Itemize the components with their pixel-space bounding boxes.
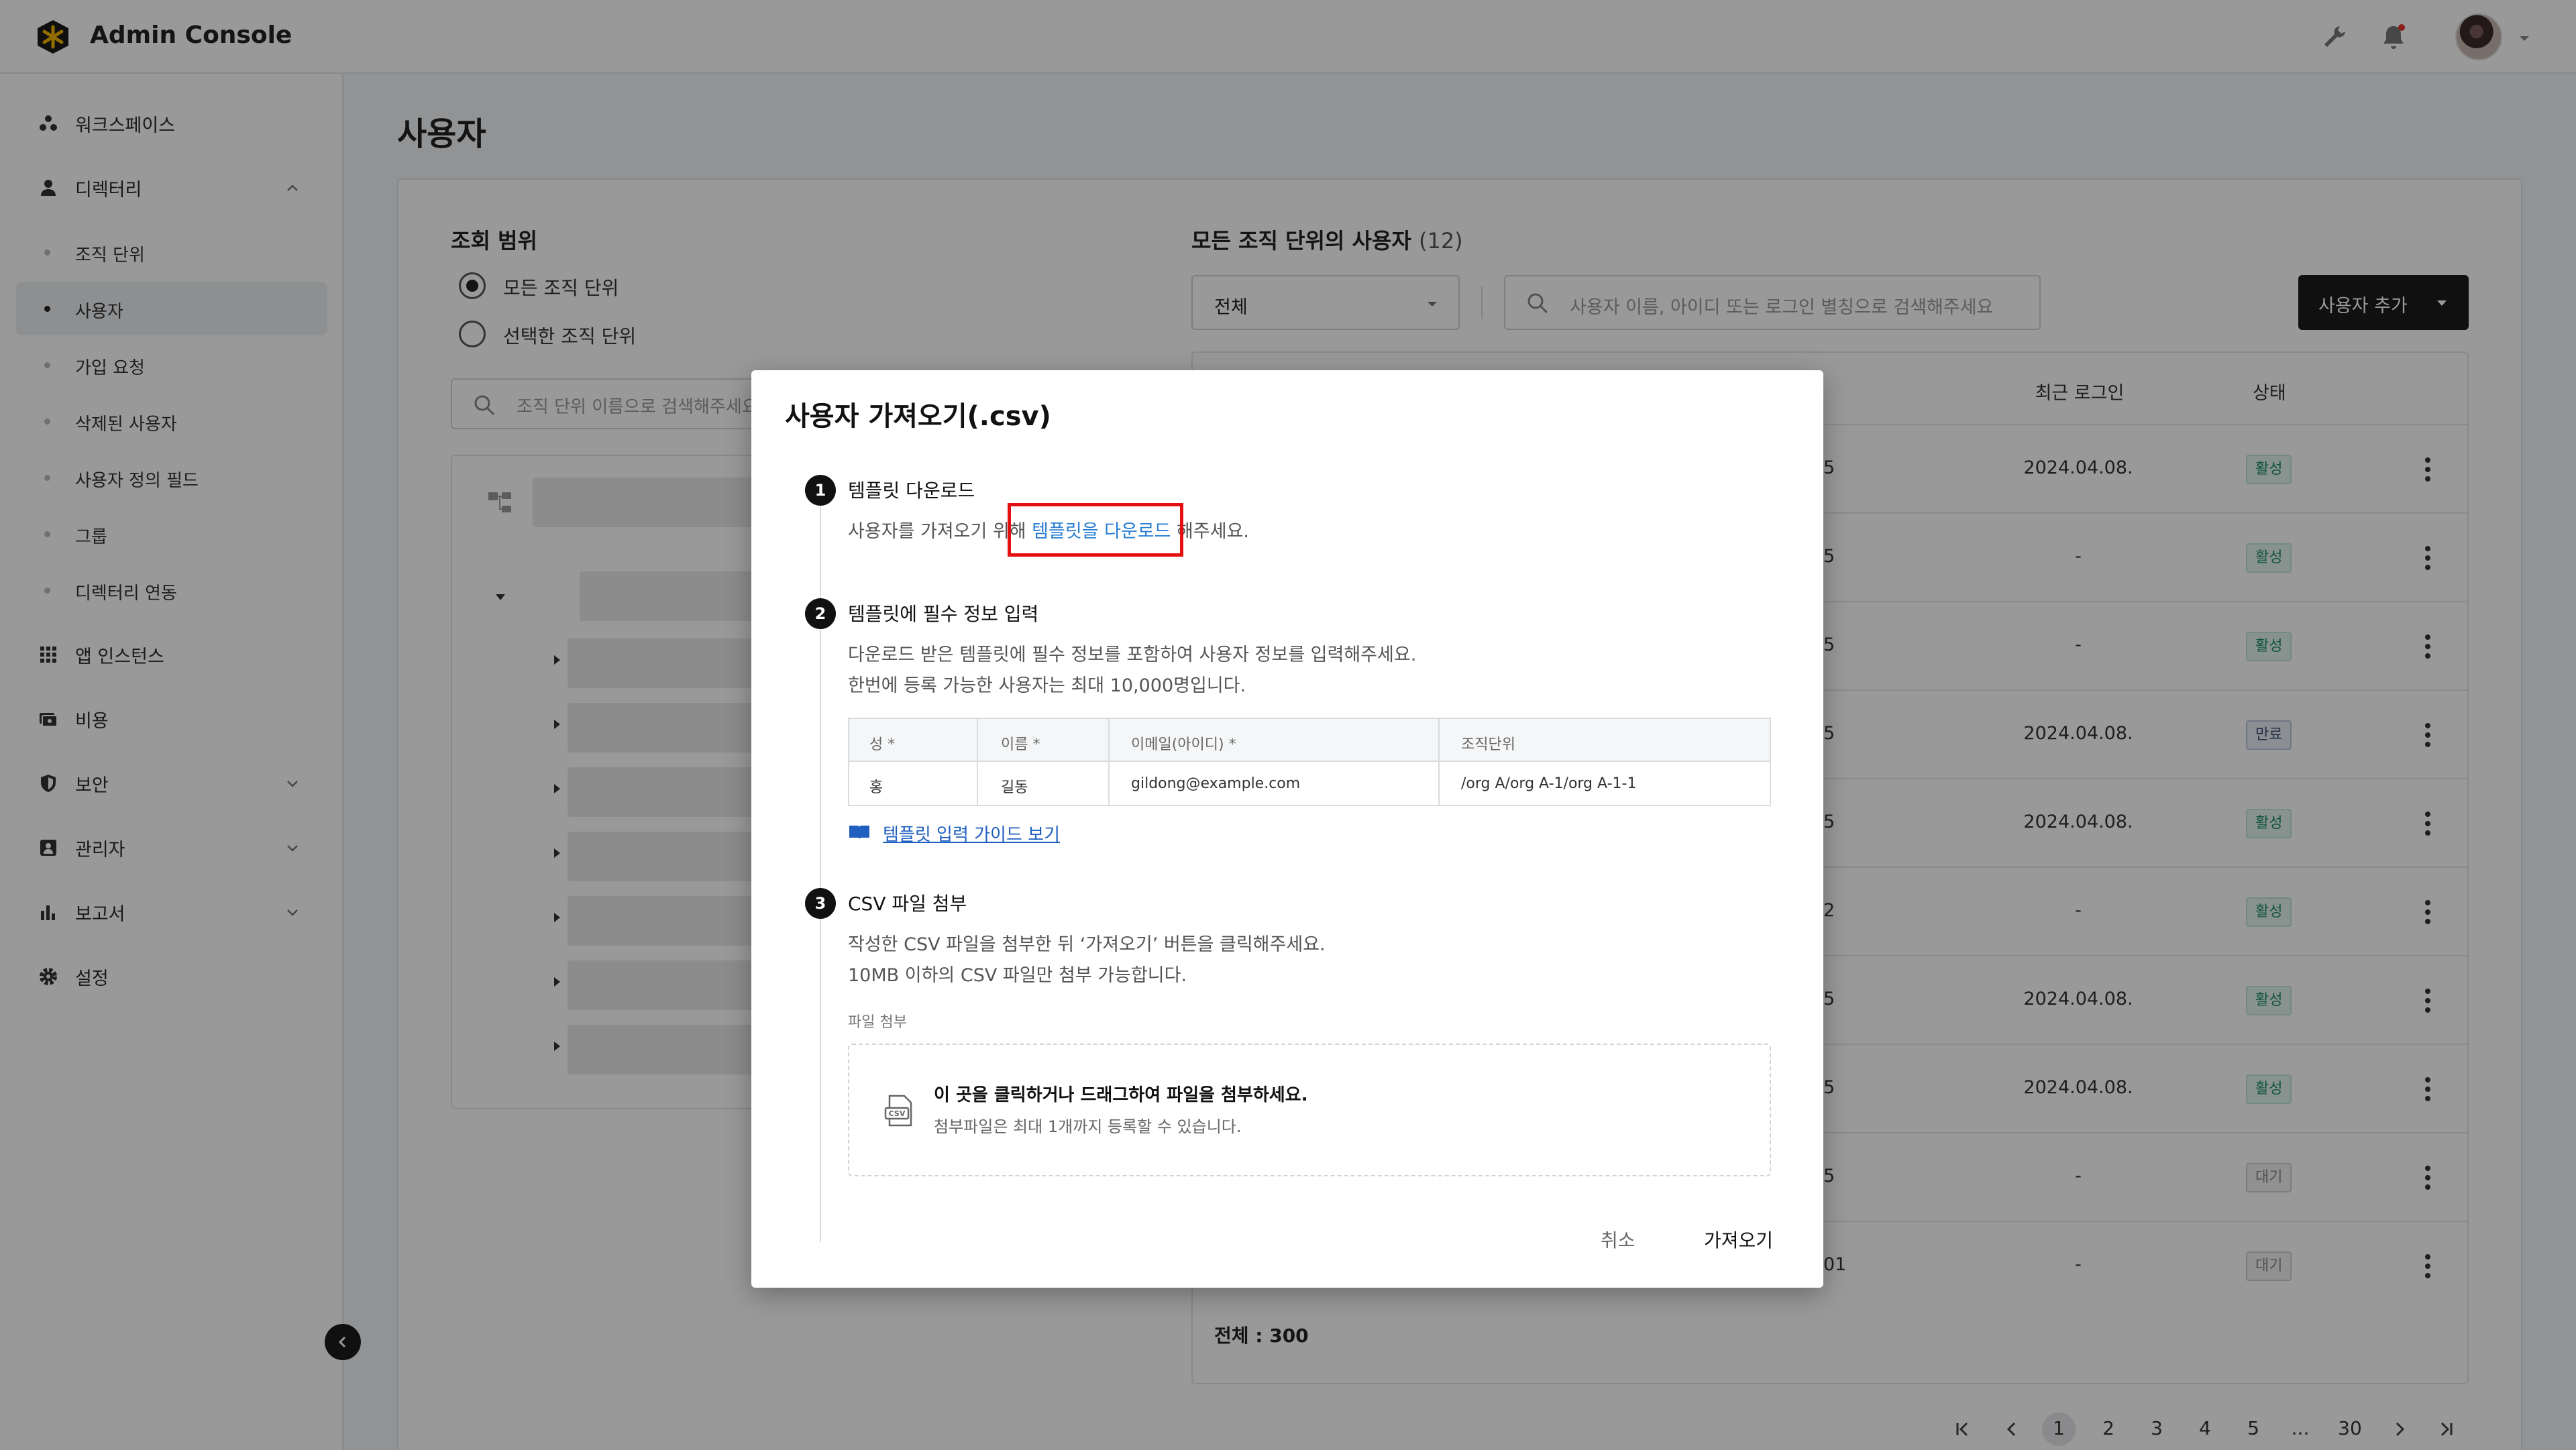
dropzone-main-text: 이 곳을 클릭하거나 드래그하여 파일을 첨부하세요.: [934, 1085, 1308, 1105]
template-cell: /org A/org A-1/org A-1-1: [1461, 775, 1637, 792]
step-number: 1: [805, 475, 836, 506]
step-title: CSV 파일 첨부: [848, 893, 967, 915]
step-number: 2: [805, 598, 836, 629]
file-dropzone[interactable]: CSV 이 곳을 클릭하거나 드래그하여 파일을 첨부하세요. 첨부파일은 최대…: [848, 1044, 1771, 1176]
divider: [1108, 719, 1110, 805]
step-title: 템플릿에 필수 정보 입력: [848, 603, 1039, 625]
template-header-cell: 성 *: [869, 736, 896, 753]
step-description: 작성한 CSV 파일을 첨부한 뒤 ‘가져오기’ 버튼을 클릭해주세요.: [848, 934, 1326, 955]
template-table-header: 성 * 이름 * 이메일(아이디) * 조직단위: [849, 719, 1770, 762]
book-icon: [849, 826, 869, 840]
import-users-modal: 사용자 가져오기(.csv) 1 템플릿 다운로드 사용자를 가져오기 위해 템…: [751, 370, 1823, 1288]
cancel-button[interactable]: 취소: [1601, 1226, 1635, 1253]
highlight-box: [1008, 503, 1183, 557]
template-header-cell: 조직단위: [1461, 736, 1515, 753]
dropzone-sub-text: 첨부파일은 최대 1개까지 등록할 수 있습니다.: [934, 1117, 1242, 1136]
template-header-cell: 이메일(아이디) *: [1131, 736, 1236, 753]
template-cell: 길동: [1001, 779, 1028, 796]
template-cell: gildong@example.com: [1131, 775, 1301, 792]
divider: [1438, 719, 1440, 805]
step-title: 템플릿 다운로드: [848, 480, 975, 502]
svg-text:CSV: CSV: [889, 1109, 906, 1118]
csv-file-icon: CSV: [884, 1095, 912, 1127]
step-description-text: 사용자를 가져오기 위해: [848, 521, 1032, 542]
step-description: 한번에 등록 가능한 사용자는 최대 10,000명입니다.: [848, 675, 1246, 696]
template-cell: 홍: [869, 779, 883, 796]
step-description: 10MB 이하의 CSV 파일만 첨부 가능합니다.: [848, 965, 1187, 986]
modal-title: 사용자 가져오기(.csv): [785, 401, 1051, 432]
template-example-table: 성 * 이름 * 이메일(아이디) * 조직단위 홍 길동 gildong@ex…: [848, 718, 1771, 806]
divider: [977, 719, 978, 805]
import-button[interactable]: 가져오기: [1704, 1226, 1773, 1253]
guide-link-label[interactable]: 템플릿 입력 가이드 보기: [883, 821, 1060, 846]
step-description: 다운로드 받은 템플릿에 필수 정보를 포함하여 사용자 정보를 입력해주세요.: [848, 645, 1417, 665]
step-number: 3: [805, 888, 836, 919]
template-header-cell: 이름 *: [1001, 736, 1040, 753]
file-attach-label: 파일 첨부: [848, 1014, 907, 1031]
